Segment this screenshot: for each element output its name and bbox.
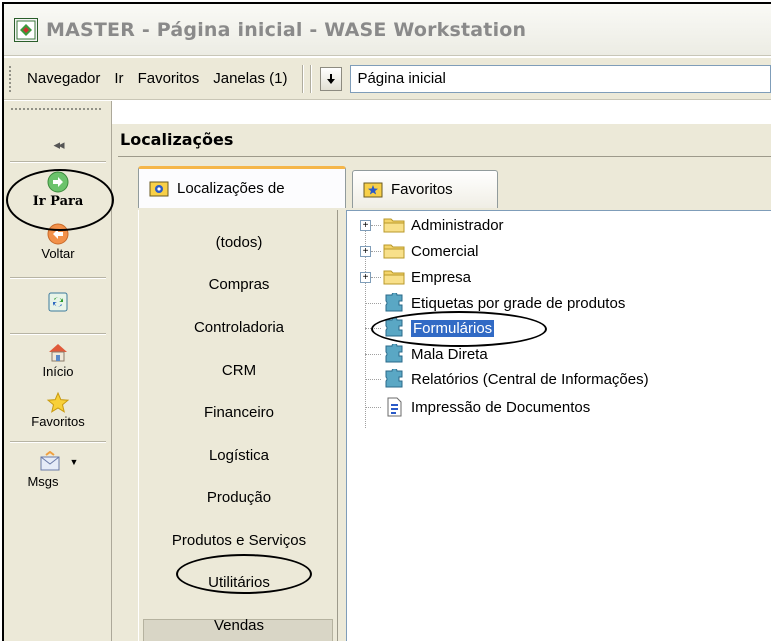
category-item[interactable]: Logística (139, 447, 339, 464)
category-item[interactable]: Produção (139, 489, 339, 506)
panel-title: Localizações (120, 130, 234, 149)
tree-connector (371, 251, 381, 252)
puzzle-icon (385, 344, 403, 363)
category-item[interactable]: (todos) (139, 234, 339, 251)
tree-node-label: Comercial (411, 242, 479, 260)
tree-node-label: Impressão de Documentos (411, 398, 591, 416)
voltar-label: Voltar (41, 246, 75, 261)
toolbar-divider (10, 277, 106, 279)
expand-icon[interactable]: + (360, 272, 371, 283)
tree-node-label: Mala Direta (411, 345, 488, 363)
menu-navegador[interactable]: Navegador (20, 70, 107, 87)
tab-localizacoes[interactable]: Localizações de (138, 166, 346, 208)
locations-panel: Localizações Localizações de Favoritos (… (112, 124, 771, 641)
tree-node-comercial[interactable]: Comercial (383, 240, 479, 262)
address-field[interactable]: Página inicial (350, 64, 771, 93)
expand-icon[interactable]: + (360, 220, 371, 231)
address-value: Página inicial (357, 70, 446, 87)
toolbar-divider (10, 161, 106, 163)
tab-favoritos[interactable]: Favoritos (352, 170, 498, 208)
favorites-tab-icon (363, 181, 383, 199)
puzzle-icon (385, 293, 403, 312)
menu-separator (310, 64, 313, 93)
location-tab-icon (149, 180, 169, 198)
msgs-button[interactable]: ▼ Msgs (4, 451, 112, 489)
window-title: MASTER - Página inicial - WASE Workstati… (46, 18, 527, 41)
document-icon (387, 397, 402, 417)
puzzle-icon (385, 369, 403, 388)
expand-icon[interactable]: + (360, 246, 371, 257)
address-dropdown-button[interactable] (320, 66, 343, 91)
menu-janelas[interactable]: Janelas (1) (206, 70, 294, 87)
tree-node-administrador[interactable]: Administrador (383, 214, 504, 236)
annotation-circle-formularios (371, 311, 547, 347)
category-item[interactable]: Vendas (139, 617, 339, 634)
refresh-button[interactable] (4, 291, 112, 313)
menu-favoritos[interactable]: Favoritos (131, 70, 207, 87)
msgs-label: Msgs (27, 474, 59, 489)
down-arrow-icon (327, 73, 336, 84)
category-item[interactable]: Produtos e Serviços (139, 532, 339, 549)
star-icon (46, 391, 70, 413)
tree-node-label: Etiquetas por grade de produtos (411, 294, 626, 312)
tree-connector (365, 354, 381, 355)
tree-connector (365, 303, 381, 304)
tree-connector (365, 407, 381, 408)
home-icon (49, 344, 67, 362)
app-icon (14, 17, 38, 42)
refresh-icon (48, 292, 68, 312)
inicio-label: Início (42, 364, 74, 379)
folder-icon (383, 270, 405, 285)
tree-node-etiquetas[interactable]: Etiquetas por grade de produtos (383, 292, 625, 314)
annotation-circle-ir-para (6, 169, 114, 231)
tree-connector (365, 379, 381, 380)
tree-node-label: Empresa (411, 268, 472, 286)
favoritos-label: Favoritos (31, 414, 85, 429)
tree-connector (371, 225, 381, 226)
category-item[interactable]: Controladoria (139, 319, 339, 336)
msgs-dropdown-arrow-icon[interactable]: ▼ (70, 457, 79, 467)
application-window: MASTER - Página inicial - WASE Workstati… (2, 2, 771, 641)
tab-favoritos-label: Favoritos (391, 181, 453, 198)
tree-node-impressao[interactable]: Impressão de Documentos (383, 396, 590, 418)
toolbar-divider (10, 333, 106, 335)
title-bar: MASTER - Página inicial - WASE Workstati… (4, 4, 771, 56)
inicio-button[interactable]: Início (4, 341, 112, 379)
favoritos-button[interactable]: Favoritos (4, 391, 112, 429)
tree-node-empresa[interactable]: Empresa (383, 266, 471, 288)
collapse-toolbar-button[interactable]: ◂◂ (4, 137, 112, 153)
location-tree: + + + Administrador Comercial Empresa Et… (346, 210, 771, 641)
category-item[interactable]: Compras (139, 276, 339, 293)
tree-connector (371, 277, 381, 278)
menu-ir[interactable]: Ir (107, 70, 130, 87)
tab-localizacoes-label: Localizações de (177, 180, 285, 197)
menu-bar: Navegador Ir Favoritos Janelas (1) Págin… (4, 58, 771, 100)
menu-separator (302, 64, 305, 93)
toolbar-grip[interactable] (10, 107, 102, 111)
panel-title-divider (118, 156, 771, 157)
envelope-icon (40, 451, 60, 471)
menu-grip[interactable] (8, 64, 12, 93)
tree-node-label: Relatórios (Central de Informações) (411, 370, 649, 388)
tree-node-label: Administrador (411, 216, 504, 234)
annotation-circle-utilitarios (176, 554, 312, 594)
folder-icon (383, 218, 405, 233)
tree-node-relatorios[interactable]: Relatórios (Central de Informações) (383, 368, 649, 390)
folder-icon (383, 244, 405, 259)
category-item[interactable]: CRM (139, 362, 339, 379)
category-item[interactable]: Financeiro (139, 404, 339, 421)
toolbar-divider (10, 441, 106, 443)
